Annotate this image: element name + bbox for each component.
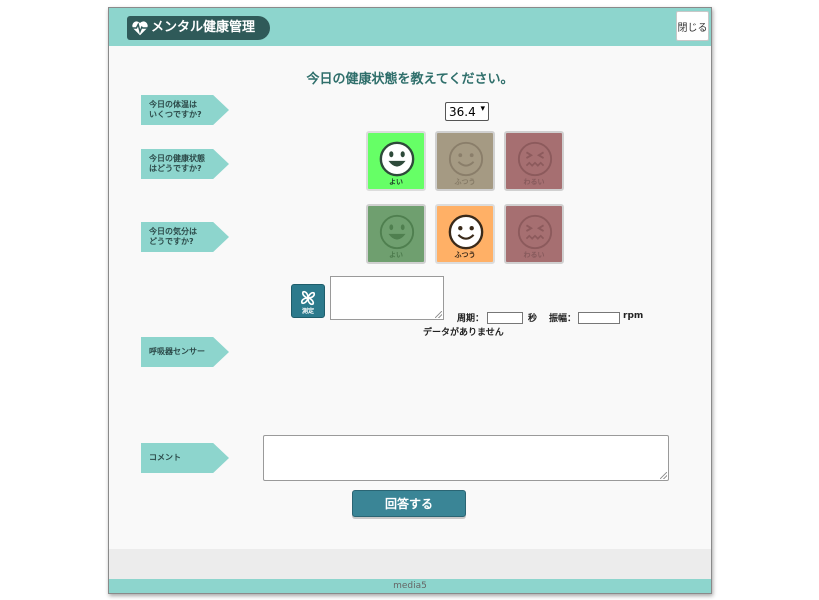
health-label: 今日の健康状態 はどうですか? xyxy=(141,149,229,179)
chevron-down-icon: ▾ xyxy=(480,104,485,114)
temperature-select[interactable]: 36.4 ▾ xyxy=(445,102,489,121)
no-data-message: データがありません xyxy=(423,328,504,338)
header-bar: メンタル健康管理 閉じる xyxy=(109,8,711,46)
comment-textarea[interactable] xyxy=(263,435,669,481)
mood-normal-caption: ふつう xyxy=(454,251,476,259)
app-title: メンタル健康管理 xyxy=(151,20,256,35)
footer-band xyxy=(109,549,711,579)
footer: media5 xyxy=(109,579,711,593)
fan-icon xyxy=(300,290,316,306)
amplitude-label: 振幅： xyxy=(549,314,577,324)
amplitude-unit: rpm xyxy=(623,311,644,321)
mood-label: 今日の気分は どうですか? xyxy=(141,222,229,252)
smile-big-face-icon xyxy=(379,141,415,177)
breath-data-area[interactable] xyxy=(330,276,444,320)
app-window: メンタル健康管理 閉じる 今日の健康状態を教えてください。 今日の体温は いくつ… xyxy=(108,7,712,594)
mood-good-button[interactable]: よい xyxy=(366,204,426,264)
smile-face-icon xyxy=(448,141,484,177)
period-unit: 秒 xyxy=(528,314,538,324)
breath-sensor-label: 呼吸器センサー xyxy=(141,337,229,367)
frown-face-icon xyxy=(517,141,553,177)
temperature-value: 36.4 xyxy=(449,104,476,119)
smile-face-icon xyxy=(448,214,484,250)
mood-good-caption: よい xyxy=(389,251,403,259)
resize-grip-icon[interactable] xyxy=(660,472,667,479)
comment-label: コメント xyxy=(141,443,229,473)
health-good-caption: よい xyxy=(389,178,403,186)
health-normal-caption: ふつう xyxy=(454,178,476,186)
submit-button[interactable]: 回答する xyxy=(352,490,466,517)
mood-bad-button[interactable]: わるい xyxy=(504,204,564,264)
mood-normal-button[interactable]: ふつう xyxy=(435,204,495,264)
heart-pulse-icon xyxy=(131,21,149,36)
resize-grip-icon[interactable] xyxy=(435,311,442,318)
mood-bad-caption: わるい xyxy=(523,251,545,259)
footer-text: media5 xyxy=(393,581,427,591)
page-title: 今日の健康状態を教えてください。 xyxy=(306,72,514,87)
app-logo: メンタル健康管理 xyxy=(127,16,270,40)
health-good-button[interactable]: よい xyxy=(366,131,426,191)
frown-face-icon xyxy=(517,214,553,250)
temperature-label: 今日の体温は いくつですか? xyxy=(141,95,229,125)
close-button[interactable]: 閉じる xyxy=(676,11,709,41)
period-input[interactable] xyxy=(487,312,523,324)
health-bad-button[interactable]: わるい xyxy=(504,131,564,191)
health-bad-caption: わるい xyxy=(523,178,545,186)
period-label: 周期： xyxy=(457,314,485,324)
health-normal-button[interactable]: ふつう xyxy=(435,131,495,191)
measure-button[interactable]: 測定 xyxy=(291,284,325,318)
amplitude-input[interactable] xyxy=(578,312,620,324)
smile-big-face-icon xyxy=(379,214,415,250)
measure-caption: 測定 xyxy=(301,308,314,315)
